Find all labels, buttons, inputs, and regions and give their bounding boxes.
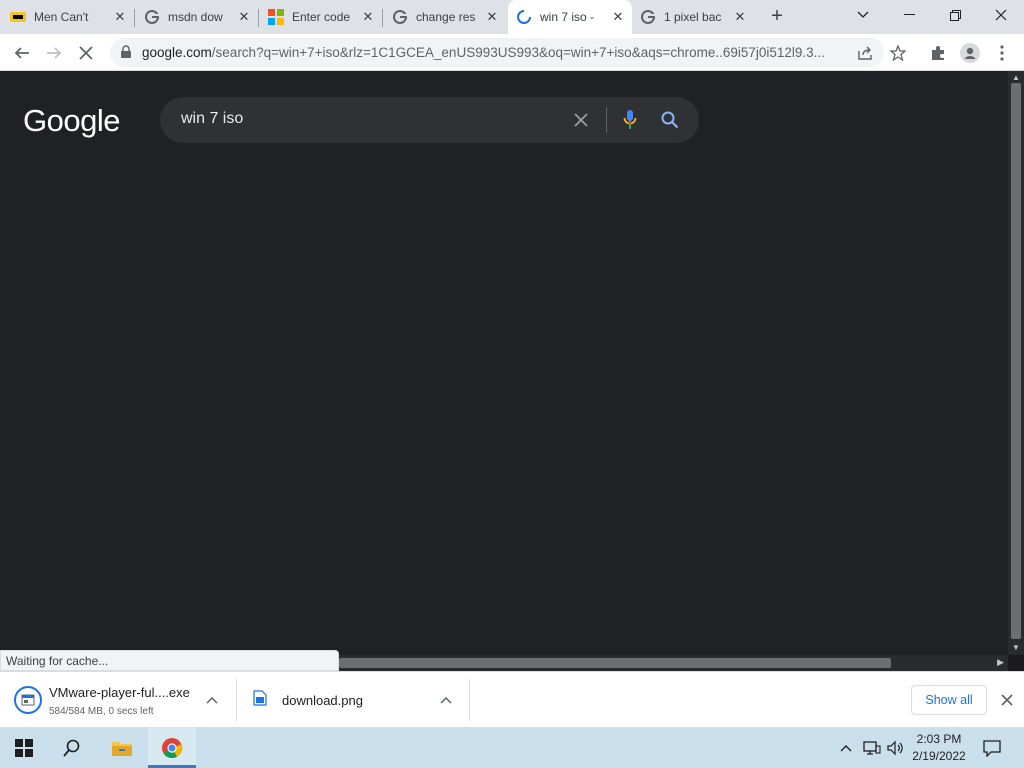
vertical-scrollbar[interactable]: ▲ ▼ xyxy=(1008,71,1024,655)
close-window-button[interactable] xyxy=(978,0,1024,30)
share-icon[interactable] xyxy=(856,44,874,62)
horizontal-scrollbar[interactable]: ▶ xyxy=(339,655,1008,671)
tab-change-res[interactable]: change res ✕ xyxy=(392,0,506,34)
close-shelf-icon[interactable] xyxy=(997,690,1017,710)
stop-loading-button[interactable] xyxy=(73,40,99,66)
imdb-icon xyxy=(10,9,26,25)
chrome-icon xyxy=(162,737,183,758)
tab-title: 1 pixel bac xyxy=(664,10,722,24)
horizontal-scroll-thumb[interactable] xyxy=(339,658,891,668)
bookmark-star-icon[interactable] xyxy=(889,44,907,62)
tab-title: Men Can't xyxy=(34,10,89,24)
notification-center-icon[interactable] xyxy=(982,738,1002,758)
taskbar-clock[interactable]: 2:03 PM 2/19/2022 xyxy=(906,731,972,765)
show-hidden-icons-chevron-icon[interactable] xyxy=(836,738,856,758)
download-filename: download.png xyxy=(282,693,363,708)
file-explorer-button[interactable] xyxy=(98,727,146,768)
url-path: /search?q=win+7+iso&rlz=1C1GCEA_enUS993U… xyxy=(211,45,825,60)
search-submit-icon[interactable] xyxy=(659,109,681,131)
clock-time: 2:03 PM xyxy=(916,732,962,746)
start-button[interactable] xyxy=(0,727,48,768)
close-icon[interactable]: ✕ xyxy=(732,9,748,25)
menu-kebab-icon[interactable] xyxy=(993,44,1011,62)
tab-title: change res xyxy=(416,10,476,24)
tab-title: msdn dow xyxy=(168,10,223,24)
search-input[interactable]: win 7 iso xyxy=(181,110,243,128)
chrome-taskbar-button[interactable] xyxy=(148,727,196,768)
url-host: google.com xyxy=(142,45,212,60)
download-item[interactable]: VMware-player-ful....exe 584/584 MB, 0 s… xyxy=(0,672,236,728)
download-item[interactable]: download.png xyxy=(237,672,469,728)
network-icon[interactable] xyxy=(862,738,882,758)
url-text[interactable]: google.com/search?q=win+7+iso&rlz=1C1GCE… xyxy=(142,45,848,60)
image-file-icon xyxy=(253,690,269,708)
volume-icon[interactable] xyxy=(886,738,906,758)
address-bar[interactable]: google.com/search?q=win+7+iso&rlz=1C1GCE… xyxy=(110,38,884,67)
scroll-down-arrow-icon[interactable]: ▼ xyxy=(1008,641,1024,653)
taskbar-search-button[interactable] xyxy=(48,727,96,768)
google-icon xyxy=(144,9,160,25)
tab-separator xyxy=(382,9,383,27)
close-icon[interactable]: ✕ xyxy=(236,9,252,25)
tab-win7-iso[interactable]: win 7 iso - ✕ xyxy=(508,0,632,34)
close-icon[interactable]: ✕ xyxy=(484,9,500,25)
new-tab-button[interactable]: + xyxy=(766,5,788,27)
close-icon[interactable]: ✕ xyxy=(112,9,128,25)
forward-button[interactable] xyxy=(41,40,67,66)
scroll-right-arrow-icon[interactable]: ▶ xyxy=(997,657,1004,668)
search-box[interactable]: win 7 iso xyxy=(160,97,699,143)
exe-file-icon xyxy=(14,686,42,714)
status-bubble: Waiting for cache... xyxy=(0,650,339,671)
google-logo[interactable]: Google xyxy=(23,103,120,139)
tab-imdb[interactable]: Men Can't ✕ xyxy=(10,0,134,34)
vertical-scroll-thumb[interactable] xyxy=(1011,83,1021,639)
folder-icon xyxy=(112,741,132,756)
close-icon[interactable]: ✕ xyxy=(610,9,626,25)
tab-separator xyxy=(258,9,259,27)
windows-logo-icon xyxy=(15,738,33,757)
back-button[interactable] xyxy=(9,40,35,66)
clock-date: 2/19/2022 xyxy=(912,749,966,763)
search-divider xyxy=(606,107,607,133)
google-icon xyxy=(392,9,408,25)
screen: Men Can't ✕ msdn dow ✕ Enter code ✕ chan… xyxy=(0,0,1024,768)
tab-separator xyxy=(134,9,135,27)
search-icon xyxy=(63,739,80,757)
tab-title: win 7 iso - xyxy=(540,10,595,24)
download-shelf: VMware-player-ful....exe 584/584 MB, 0 s… xyxy=(0,671,1024,727)
restore-button[interactable] xyxy=(932,0,978,30)
profile-avatar-icon[interactable] xyxy=(960,43,980,63)
download-filename: VMware-player-ful....exe xyxy=(49,685,190,700)
tab-msdn[interactable]: msdn dow ✕ xyxy=(144,0,258,34)
microsoft-icon xyxy=(268,9,284,25)
tab-search-chevron-icon[interactable] xyxy=(840,0,886,30)
chevron-up-icon[interactable] xyxy=(438,692,454,708)
tab-1-pixel[interactable]: 1 pixel bac ✕ xyxy=(640,0,754,34)
scrollbar-corner xyxy=(1008,655,1024,671)
voice-search-mic-icon[interactable] xyxy=(619,109,641,131)
lock-icon[interactable] xyxy=(120,45,134,59)
clear-search-icon[interactable] xyxy=(570,109,592,131)
google-icon xyxy=(640,9,656,25)
close-icon[interactable]: ✕ xyxy=(360,9,376,25)
taskbar: 2:03 PM 2/19/2022 xyxy=(0,727,1024,768)
scroll-up-arrow-icon[interactable]: ▲ xyxy=(1008,71,1024,83)
tab-strip: Men Can't ✕ msdn dow ✕ Enter code ✕ chan… xyxy=(0,0,1024,34)
extensions-puzzle-icon[interactable] xyxy=(929,44,947,62)
minimize-button[interactable] xyxy=(886,0,932,30)
download-separator xyxy=(469,679,470,721)
show-all-button[interactable]: Show all xyxy=(911,685,987,715)
tab-enter-code[interactable]: Enter code ✕ xyxy=(268,0,382,34)
page-content: Google win 7 iso xyxy=(0,71,1008,655)
download-progress: 584/584 MB, 0 secs left xyxy=(49,706,154,717)
chevron-up-icon[interactable] xyxy=(204,692,220,708)
browser-toolbar: google.com/search?q=win+7+iso&rlz=1C1GCE… xyxy=(0,34,1024,71)
tab-title: Enter code xyxy=(292,10,351,24)
loading-spinner-icon xyxy=(516,9,532,25)
